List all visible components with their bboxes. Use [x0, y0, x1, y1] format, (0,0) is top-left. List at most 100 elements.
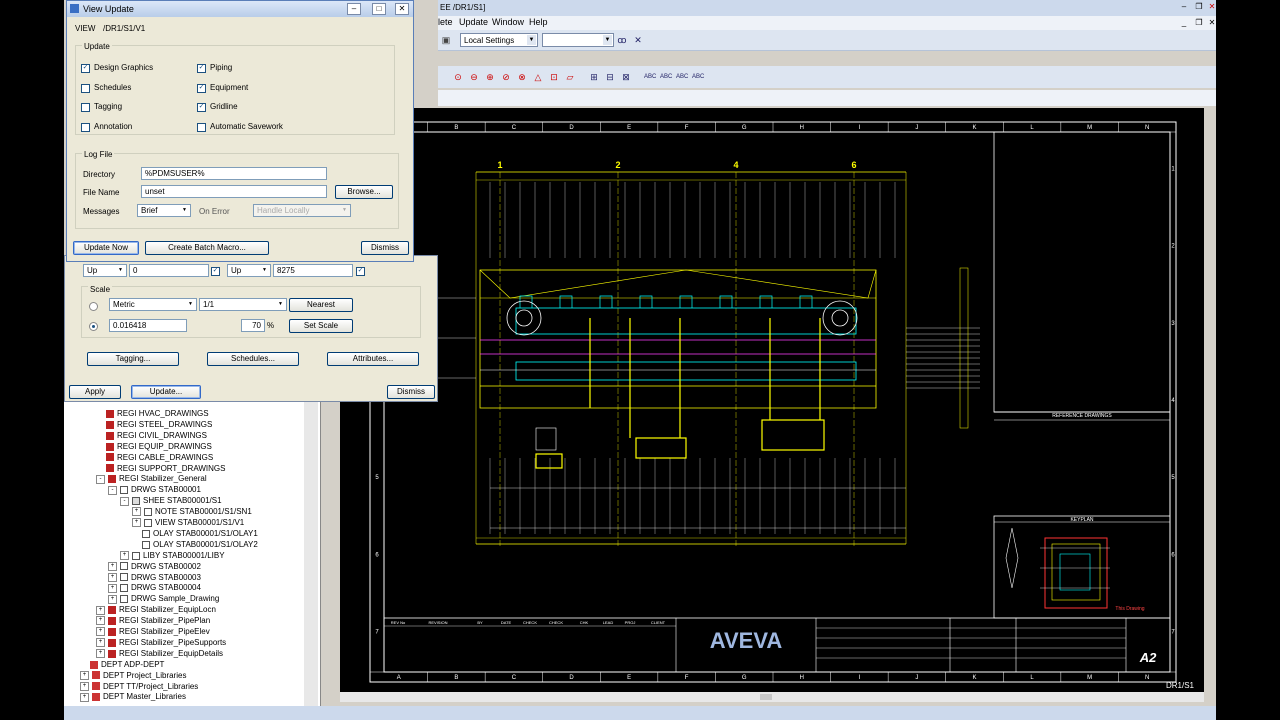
expand-icon[interactable]: +: [132, 518, 141, 528]
circle-3pt-icon[interactable]: ⊕: [484, 71, 496, 83]
scroll-thumb[interactable]: [760, 694, 772, 700]
mdi-minimize-icon[interactable]: _: [1178, 18, 1190, 28]
tree-item[interactable]: OLAY STAB00001/S1/OLAY2: [132, 540, 258, 550]
dismiss-button[interactable]: Dismiss: [361, 241, 409, 255]
restore-icon[interactable]: ❐: [1193, 2, 1205, 12]
checkbox-tagging[interactable]: [81, 103, 90, 112]
collapse-icon[interactable]: -: [120, 496, 129, 506]
up-value-field-2[interactable]: 8275: [273, 264, 353, 277]
dimension-icon[interactable]: ⊞: [588, 71, 600, 83]
up-direction-select-1[interactable]: Up ▼: [83, 264, 127, 277]
update-now-button[interactable]: Update Now: [73, 241, 139, 255]
minimize-icon[interactable]: –: [347, 3, 361, 15]
messages-select[interactable]: Brief ▼: [137, 204, 191, 217]
rect-icon[interactable]: ▱: [564, 71, 576, 83]
text-abc-4-icon[interactable]: ABC: [692, 71, 704, 83]
dimension-2-icon[interactable]: ⊟: [604, 71, 616, 83]
filename-field[interactable]: unset: [141, 185, 327, 198]
dismiss-button-lower[interactable]: Dismiss: [387, 385, 435, 399]
tree-item[interactable]: REGI CABLE_DRAWINGS: [96, 453, 213, 463]
triangle-icon[interactable]: △: [532, 71, 544, 83]
menu-delete[interactable]: lete: [438, 17, 453, 27]
local-settings-combo[interactable]: Local Settings ▼: [460, 33, 538, 47]
circle-2pt-icon[interactable]: ⊖: [468, 71, 480, 83]
checkbox-design-graphics[interactable]: ✓: [81, 64, 90, 73]
text-abc-icon[interactable]: ABC: [644, 71, 656, 83]
close-icon[interactable]: ✕: [1206, 2, 1218, 12]
menu-update[interactable]: Update: [459, 17, 488, 27]
polygon-icon[interactable]: ⊡: [548, 71, 560, 83]
tree-item[interactable]: REGI CIVIL_DRAWINGS: [96, 431, 207, 441]
checkbox-equipment[interactable]: ✓: [197, 84, 206, 93]
nearest-button[interactable]: Nearest: [289, 298, 353, 312]
close-icon[interactable]: ✕: [395, 3, 409, 15]
tree-item[interactable]: + DEPT Master_Libraries: [80, 692, 186, 702]
set-scale-button[interactable]: Set Scale: [289, 319, 353, 333]
text-abc-3-icon[interactable]: ABC: [676, 71, 688, 83]
minimize-icon[interactable]: –: [1178, 2, 1190, 12]
checkbox-piping[interactable]: ✓: [197, 64, 206, 73]
binoculars-icon[interactable]: ꝏ: [616, 34, 628, 46]
up-value-field-1[interactable]: 0: [129, 264, 209, 277]
tree-item[interactable]: + VIEW STAB00001/S1/V1: [132, 518, 244, 528]
expand-icon[interactable]: +: [96, 649, 105, 659]
circle-icon[interactable]: ⊙: [452, 71, 464, 83]
checkbox-gridline[interactable]: ✓: [197, 103, 206, 112]
expand-icon[interactable]: +: [96, 627, 105, 637]
expand-icon[interactable]: +: [96, 638, 105, 648]
scale-percent-field[interactable]: 70: [241, 319, 265, 332]
browse-button[interactable]: Browse...: [335, 185, 393, 199]
expand-icon[interactable]: +: [80, 670, 89, 680]
expand-icon[interactable]: +: [96, 616, 105, 626]
tree-item[interactable]: + DEPT Project_Libraries: [80, 671, 186, 681]
maximize-icon[interactable]: □: [372, 3, 386, 15]
collapse-icon[interactable]: -: [96, 474, 105, 484]
tree-item[interactable]: + DRWG STAB00003: [108, 573, 201, 583]
up-checkbox-1[interactable]: ✓: [211, 267, 220, 276]
scale-value-field[interactable]: 0.016418: [109, 319, 187, 332]
tree-item[interactable]: REGI SUPPORT_DRAWINGS: [96, 464, 225, 474]
expand-icon[interactable]: +: [108, 561, 117, 571]
menu-help[interactable]: Help: [529, 17, 548, 27]
tree-item[interactable]: + REGI Stabilizer_PipeElev: [96, 627, 210, 637]
horizontal-scrollbar[interactable]: [340, 692, 1204, 702]
menu-window[interactable]: Window: [492, 17, 524, 27]
schedules-button[interactable]: Schedules...: [207, 352, 299, 366]
tree-item[interactable]: DEPT ADP-DEPT: [80, 660, 164, 670]
checkbox-schedules[interactable]: [81, 84, 90, 93]
arc-icon[interactable]: ⊗: [516, 71, 528, 83]
tree-item[interactable]: + DRWG STAB00002: [108, 562, 201, 572]
scale-ratio-select[interactable]: 1/1 ▼: [199, 298, 287, 311]
tree-item[interactable]: REGI STEEL_DRAWINGS: [96, 420, 212, 430]
tree-item[interactable]: - SHEE STAB00001/S1: [120, 496, 222, 506]
apply-button[interactable]: Apply: [69, 385, 121, 399]
expand-icon[interactable]: +: [96, 605, 105, 615]
dialog-title-bar[interactable]: View Update – □ ✕: [67, 1, 413, 17]
drawing-canvas[interactable]: ABCDEFGHIJKLMN ABCDEFGHIJKLMN 1122334455…: [340, 108, 1204, 692]
circle-tangent-icon[interactable]: ⊘: [500, 71, 512, 83]
print-icon[interactable]: ▣: [440, 34, 452, 46]
create-batch-macro-button[interactable]: Create Batch Macro...: [145, 241, 269, 255]
up-direction-select-2[interactable]: Up ▼: [227, 264, 271, 277]
tree-item[interactable]: - DRWG STAB00001: [108, 485, 201, 495]
expand-icon[interactable]: +: [132, 507, 141, 517]
expand-icon[interactable]: +: [80, 692, 89, 702]
directory-field[interactable]: %PDMSUSER%: [141, 167, 327, 180]
text-abc-2-icon[interactable]: ABC: [660, 71, 672, 83]
scale-units-select[interactable]: Metric ▼: [109, 298, 197, 311]
attributes-button[interactable]: Attributes...: [327, 352, 419, 366]
tree-item[interactable]: + DEPT TT/Project_Libraries: [80, 682, 198, 692]
settings-secondary-combo[interactable]: ▼: [542, 33, 614, 47]
mdi-close-icon[interactable]: ✕: [1206, 18, 1218, 28]
update-button[interactable]: Update...: [131, 385, 201, 399]
scale-radio-metric[interactable]: [89, 302, 98, 311]
expand-icon[interactable]: +: [120, 551, 129, 561]
up-checkbox-2[interactable]: ✓: [356, 267, 365, 276]
tree-item[interactable]: + REGI Stabilizer_EquipDetails: [96, 649, 223, 659]
tree-item[interactable]: + REGI Stabilizer_PipePlan: [96, 616, 210, 626]
tree-item[interactable]: + REGI Stabilizer_EquipLocn: [96, 605, 216, 615]
checkbox-automatic-savework[interactable]: [197, 123, 206, 132]
tagging-button[interactable]: Tagging...: [87, 352, 179, 366]
checkbox-annotation[interactable]: [81, 123, 90, 132]
expand-icon[interactable]: +: [108, 583, 117, 593]
